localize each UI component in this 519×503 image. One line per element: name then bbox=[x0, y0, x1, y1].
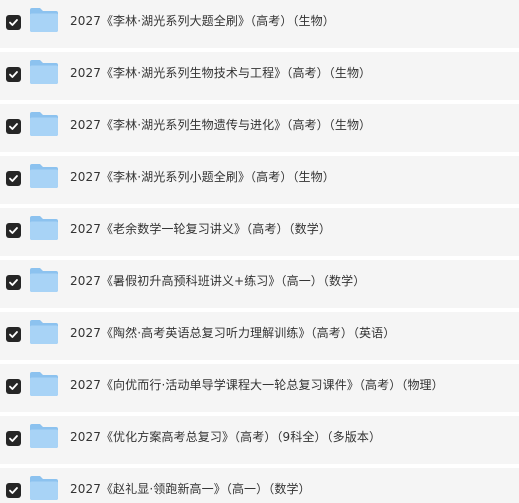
checkmark-icon bbox=[9, 71, 18, 78]
item-label: 2027《优化方案高考总复习》（高考）（9科全）（多版本） bbox=[70, 430, 382, 444]
item-label: 2027《向优而行·活动单导学课程大一轮总复习课件》（高考）（物理） bbox=[70, 378, 444, 392]
item-checkbox[interactable] bbox=[6, 223, 21, 238]
list-item[interactable]: 2027《优化方案高考总复习》（高考）（9科全）（多版本） bbox=[0, 416, 519, 464]
checkmark-icon bbox=[9, 123, 18, 130]
item-checkbox[interactable] bbox=[6, 171, 21, 186]
list-item[interactable]: 2027《暑假初升高预科班讲义+练习》（高一）（数学） bbox=[0, 260, 519, 308]
item-checkbox[interactable] bbox=[6, 379, 21, 394]
list-item[interactable]: 2027《向优而行·活动单导学课程大一轮总复习课件》（高考）（物理） bbox=[0, 364, 519, 412]
item-label: 2027《李林·湖光系列小题全刷》（高考）（生物） bbox=[70, 170, 335, 184]
checkmark-icon bbox=[9, 19, 18, 26]
list-item[interactable]: 2027《老余数学一轮复习讲义》（高考）（数学） bbox=[0, 208, 519, 256]
checkmark-icon bbox=[9, 435, 18, 442]
item-checkbox[interactable] bbox=[6, 119, 21, 134]
folder-icon bbox=[29, 163, 59, 189]
item-label: 2027《赵礼显·领跑新高一》（高一）（数学） bbox=[70, 482, 311, 496]
checkmark-icon bbox=[9, 383, 18, 390]
item-checkbox[interactable] bbox=[6, 275, 21, 290]
item-checkbox[interactable] bbox=[6, 327, 21, 342]
item-label: 2027《李林·湖光系列大题全刷》（高考）（生物） bbox=[70, 14, 335, 28]
item-checkbox[interactable] bbox=[6, 483, 21, 498]
item-label: 2027《李林·湖光系列生物遗传与进化》（高考）（生物） bbox=[70, 118, 372, 132]
list-item[interactable]: 2027《李林·湖光系列生物遗传与进化》（高考）（生物） bbox=[0, 104, 519, 152]
item-checkbox[interactable] bbox=[6, 67, 21, 82]
file-list: 2027《李林·湖光系列大题全刷》（高考）（生物） 2027《李林·湖光系列生物技… bbox=[0, 0, 519, 503]
folder-icon bbox=[29, 319, 59, 345]
folder-icon bbox=[29, 7, 59, 33]
folder-icon bbox=[29, 111, 59, 137]
folder-icon bbox=[29, 215, 59, 241]
item-label: 2027《老余数学一轮复习讲义》（高考）（数学） bbox=[70, 222, 331, 236]
item-checkbox[interactable] bbox=[6, 15, 21, 30]
item-label: 2027《陶然·高考英语总复习听力理解训练》（高考）（英语） bbox=[70, 326, 396, 340]
item-checkbox[interactable] bbox=[6, 431, 21, 446]
folder-icon bbox=[29, 475, 59, 501]
list-item[interactable]: 2027《李林·湖光系列大题全刷》（高考）（生物） bbox=[0, 0, 519, 48]
folder-icon bbox=[29, 371, 59, 397]
checkmark-icon bbox=[9, 227, 18, 234]
list-item[interactable]: 2027《李林·湖光系列小题全刷》（高考）（生物） bbox=[0, 156, 519, 204]
checkmark-icon bbox=[9, 331, 18, 338]
list-item[interactable]: 2027《赵礼显·领跑新高一》（高一）（数学） bbox=[0, 468, 519, 503]
list-item[interactable]: 2027《李林·湖光系列生物技术与工程》（高考）（生物） bbox=[0, 52, 519, 100]
checkmark-icon bbox=[9, 175, 18, 182]
folder-icon bbox=[29, 423, 59, 449]
list-item[interactable]: 2027《陶然·高考英语总复习听力理解训练》（高考）（英语） bbox=[0, 312, 519, 360]
item-label: 2027《李林·湖光系列生物技术与工程》（高考）（生物） bbox=[70, 66, 372, 80]
folder-icon bbox=[29, 267, 59, 293]
item-label: 2027《暑假初升高预科班讲义+练习》（高一）（数学） bbox=[70, 274, 366, 288]
checkmark-icon bbox=[9, 487, 18, 494]
folder-icon bbox=[29, 59, 59, 85]
checkmark-icon bbox=[9, 279, 18, 286]
